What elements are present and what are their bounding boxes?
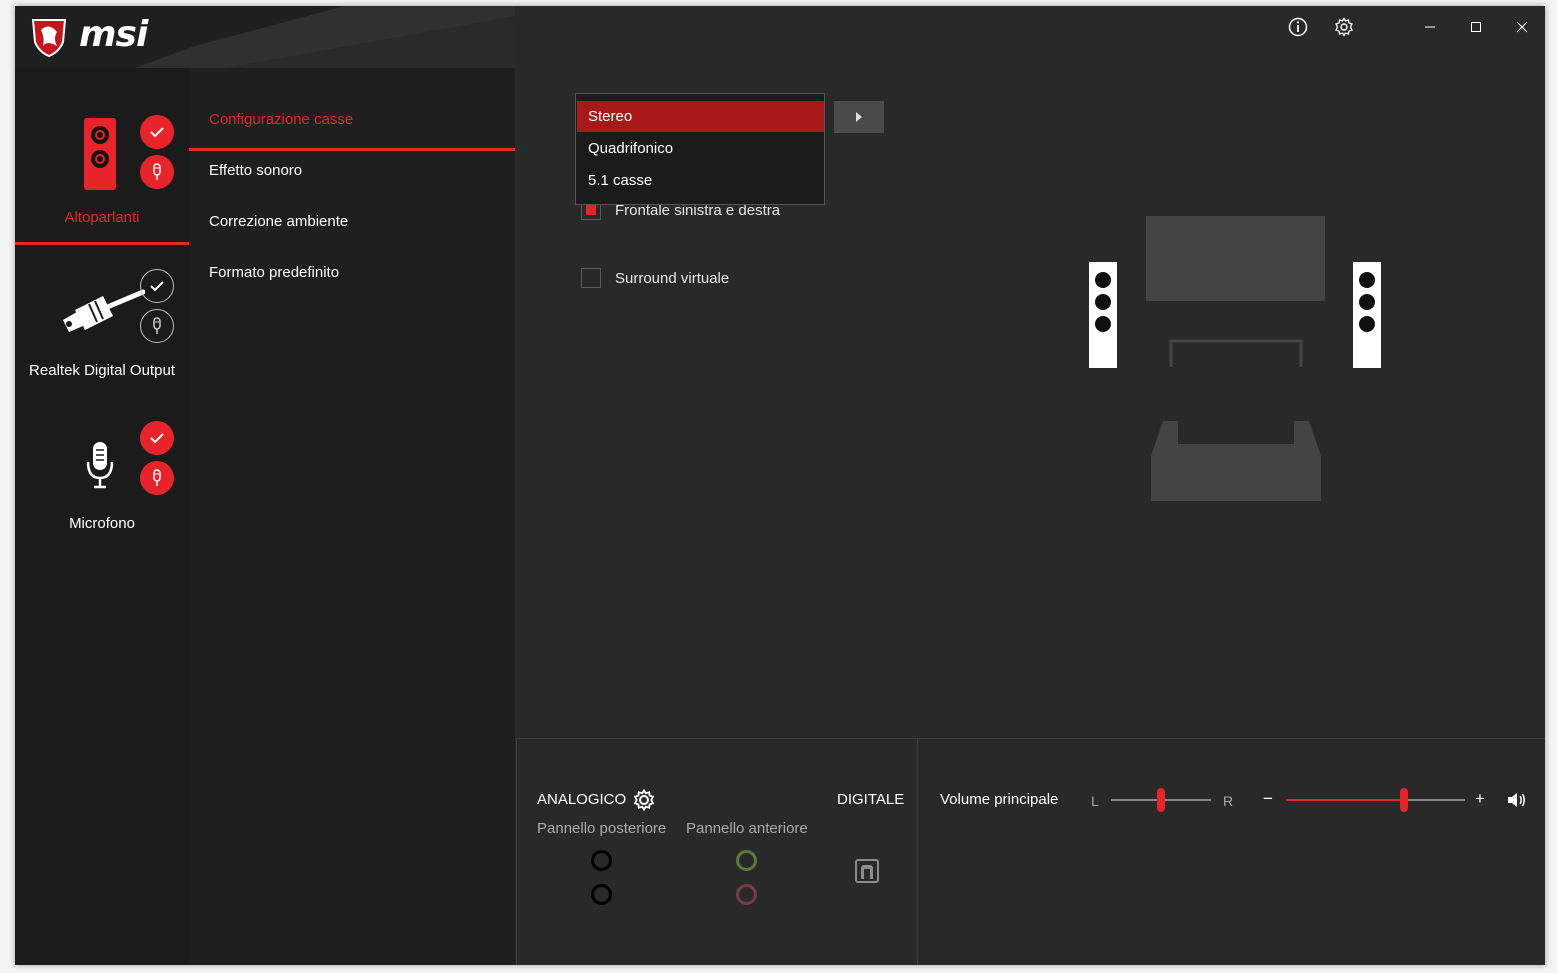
info-icon[interactable] — [1283, 12, 1313, 42]
device-speakers[interactable]: Altoparlanti — [15, 6, 189, 246]
microphone-status-icon[interactable] — [140, 155, 174, 189]
enabled-check-icon[interactable] — [140, 269, 174, 303]
optical-cable-icon — [63, 289, 145, 332]
virtual-surround-checkbox[interactable] — [581, 268, 601, 288]
settings-menu: Configurazione casse Effetto sonoro Corr… — [189, 68, 515, 965]
digital-label: DIGITALE — [837, 791, 905, 808]
front-jack-headphone[interactable] — [736, 850, 757, 871]
rear-jack-1[interactable] — [591, 850, 612, 871]
front-left-speaker[interactable] — [1089, 262, 1117, 368]
front-jack-mic[interactable] — [736, 884, 757, 905]
volume-slider-fill — [1286, 799, 1405, 801]
settings-gear-icon[interactable] — [1329, 12, 1359, 42]
virtual-surround-label: Surround virtuale — [615, 269, 730, 287]
dropdown-option-stereo[interactable]: Stereo — [577, 101, 824, 132]
dropdown-option-quad[interactable]: Quadrifonico — [577, 133, 824, 164]
dropdown-option-5-1[interactable]: 5.1 casse — [577, 165, 824, 196]
analog-label: ANALOGICO — [537, 791, 627, 808]
device-label: Microfono — [69, 515, 135, 532]
device-label: Altoparlanti — [64, 209, 140, 226]
play-arrow-icon — [856, 112, 862, 122]
maximize-icon[interactable] — [1461, 12, 1491, 42]
spdif-port-icon[interactable] — [855, 859, 879, 883]
balance-left-label: L — [1091, 793, 1099, 809]
speaker-layout-diagram — [1146, 216, 1325, 501]
speaker-config-dropdown[interactable]: Stereo Quadrifonico 5.1 casse — [575, 93, 825, 205]
rear-jack-2[interactable] — [591, 884, 612, 905]
master-volume-label: Volume principale — [940, 791, 1059, 808]
app-window: msi Altoparlanti Realtek Digital Output … — [15, 6, 1545, 965]
menu-item-default-format[interactable]: Formato predefinito — [209, 264, 339, 281]
minimize-icon[interactable] — [1415, 12, 1445, 42]
front-panel-label: Pannello anteriore — [686, 820, 808, 837]
divider — [516, 739, 517, 965]
speaker-icon[interactable] — [1507, 791, 1527, 809]
device-digital-output[interactable]: Realtek Digital Output — [15, 246, 189, 396]
menu-item-speaker-config[interactable]: Configurazione casse — [209, 111, 353, 128]
device-microphone[interactable]: Microfono — [15, 406, 189, 546]
speaker-device-icon — [84, 118, 116, 190]
menu-item-room-correction[interactable]: Correzione ambiente — [209, 213, 348, 230]
microphone-device-icon — [86, 442, 114, 489]
divider — [917, 739, 918, 965]
volume-minus-button[interactable]: − — [1263, 789, 1273, 809]
close-icon[interactable] — [1507, 12, 1537, 42]
menu-item-sound-effect[interactable]: Effetto sonoro — [209, 162, 302, 179]
balance-slider-thumb[interactable] — [1157, 788, 1165, 812]
volume-plus-button[interactable]: + — [1475, 789, 1485, 809]
volume-slider-thumb[interactable] — [1400, 788, 1409, 812]
connector-panel: ANALOGICO DIGITALE Pannello posteriore P… — [515, 738, 1545, 965]
checkbox-mark — [586, 205, 596, 215]
rear-panel-label: Pannello posteriore — [537, 820, 667, 837]
balance-right-label: R — [1223, 793, 1234, 809]
menu-active-indicator — [189, 148, 515, 151]
play-test-button[interactable] — [834, 101, 884, 133]
microphone-status-icon[interactable] — [140, 309, 174, 343]
device-active-indicator — [15, 242, 189, 245]
analog-settings-gear-icon[interactable] — [633, 788, 655, 812]
microphone-status-icon[interactable] — [140, 461, 174, 495]
virtual-surround-row: Surround virtuale — [581, 268, 729, 288]
enabled-check-icon[interactable] — [140, 115, 174, 149]
front-right-speaker[interactable] — [1353, 262, 1381, 368]
enabled-check-icon[interactable] — [140, 421, 174, 455]
device-label: Realtek Digital Output — [29, 362, 175, 379]
